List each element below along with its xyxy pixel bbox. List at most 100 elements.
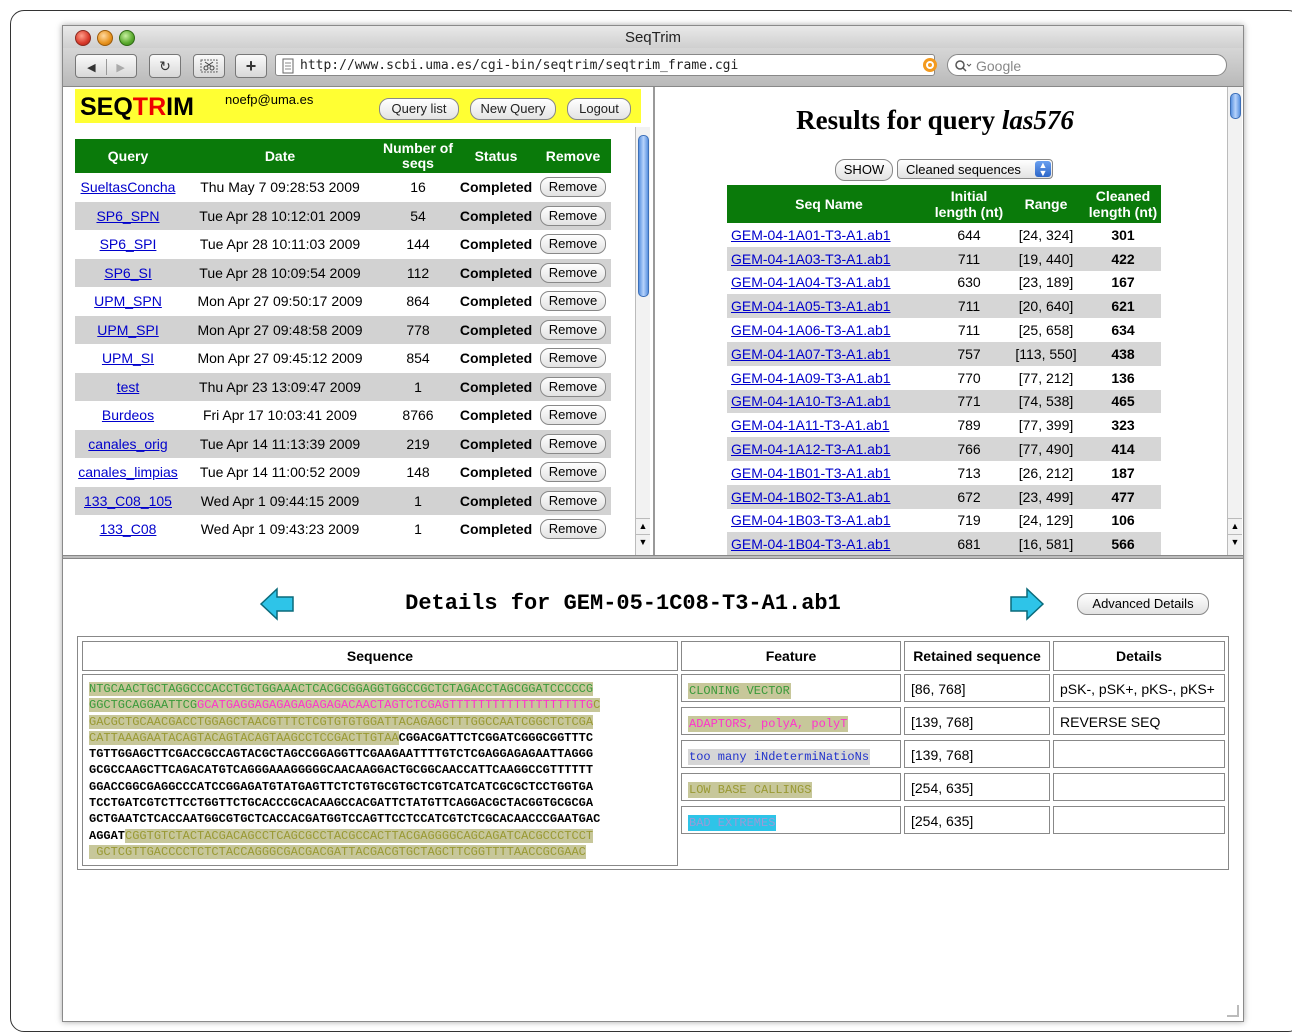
browser-window: SeqTrim ◀ ▶ ↻ + http://www.scbi.uma.es/c… xyxy=(62,25,1244,1022)
scroll-down-arrow[interactable]: ▼ xyxy=(1228,534,1242,549)
resize-grip-icon[interactable] xyxy=(1227,1005,1239,1017)
col-seq-name: Seq Name xyxy=(727,185,931,223)
sequence-cell: NTGCAACTGCTAGGCCCACCTGCTGGAAACTCACGCGGAG… xyxy=(82,674,678,866)
query-link[interactable]: UPM_SPI xyxy=(97,322,158,338)
seq-name-link[interactable]: GEM-04-1A10-T3-A1.ab1 xyxy=(731,393,891,409)
table-row: test Thu Apr 23 13:09:47 2009 1 Completed Re… xyxy=(75,372,611,401)
seq-name-link[interactable]: GEM-04-1A07-T3-A1.ab1 xyxy=(731,346,891,362)
query-link[interactable]: 133_C08 xyxy=(100,521,157,537)
query-status: Completed xyxy=(459,407,533,424)
query-link[interactable]: SueltasConcha xyxy=(81,179,176,195)
remove-button[interactable]: Remove xyxy=(539,433,607,454)
scroll-up-arrow[interactable]: ▲ xyxy=(1228,518,1242,533)
seq-name-link[interactable]: GEM-04-1B01-T3-A1.ab1 xyxy=(731,465,891,481)
query-status: Completed xyxy=(459,293,533,310)
initial-length: 770 xyxy=(957,369,981,386)
window-title: SeqTrim xyxy=(624,29,682,46)
table-row: SueltasConcha Thu May 7 09:28:53 2009 16 Co… xyxy=(75,173,611,202)
initial-length: 681 xyxy=(957,536,981,553)
query-link[interactable]: SP6_SPI xyxy=(100,236,157,252)
remove-button[interactable]: Remove xyxy=(539,319,607,340)
query-link[interactable]: UPM_SPN xyxy=(94,293,162,309)
retained-range-text: [139, 768] xyxy=(911,714,974,730)
query-link[interactable]: 133_C08_105 xyxy=(84,493,172,509)
seq-name-link[interactable]: GEM-04-1B04-T3-A1.ab1 xyxy=(731,536,891,552)
reload-button[interactable]: ↻ xyxy=(149,54,181,78)
remove-button[interactable]: Remove xyxy=(539,262,607,283)
remove-button[interactable]: Remove xyxy=(539,291,607,312)
query-date: Tue Apr 28 10:12:01 2009 xyxy=(199,207,361,224)
query-link[interactable]: canales_orig xyxy=(88,436,167,452)
remove-button[interactable]: Remove xyxy=(539,462,607,483)
remove-button[interactable]: Remove xyxy=(539,177,607,198)
left-scroll-thumb[interactable] xyxy=(638,135,649,297)
seq-name-link[interactable]: GEM-04-1A06-T3-A1.ab1 xyxy=(731,322,891,338)
table-row: GEM-04-1A05-T3-A1.ab1 711 [20, 640] 621 xyxy=(727,294,1161,319)
query-link[interactable]: test xyxy=(117,379,140,395)
logout-button[interactable]: Logout xyxy=(567,98,631,120)
query-status: Completed xyxy=(459,378,533,395)
details-table: Sequence NTGCAACTGCTAGGCCCACCTGCTGGAAACT… xyxy=(77,636,1229,870)
scroll-up-arrow[interactable]: ▲ xyxy=(636,518,650,533)
back-forward-buttons[interactable]: ◀ ▶ xyxy=(75,54,137,78)
seq-name-link[interactable]: GEM-04-1B02-T3-A1.ab1 xyxy=(731,489,891,505)
query-link[interactable]: canales_limpias xyxy=(78,464,178,480)
seq-name-link[interactable]: GEM-04-1A01-T3-A1.ab1 xyxy=(731,227,891,243)
next-arrow-icon[interactable] xyxy=(1009,587,1045,621)
table-row: SP6_SI Tue Apr 28 10:09:54 2009 112 Complet… xyxy=(75,258,611,287)
left-scrollbar[interactable]: ▲ ▼ xyxy=(635,127,650,555)
seq-name-link[interactable]: GEM-04-1A03-T3-A1.ab1 xyxy=(731,251,891,267)
rss-icon[interactable] xyxy=(922,57,938,73)
seq-name-link[interactable]: GEM-04-1A04-T3-A1.ab1 xyxy=(731,274,891,290)
query-link[interactable]: SP6_SI xyxy=(104,265,151,281)
query-num-seqs: 54 xyxy=(410,207,426,224)
table-row: GEM-04-1B04-T3-A1.ab1 681 [16, 581] 566 xyxy=(727,532,1161,555)
new-query-button[interactable]: New Query xyxy=(470,98,556,120)
table-row: GEM-04-1B03-T3-A1.ab1 719 [24, 129] 106 xyxy=(727,509,1161,533)
scroll-down-arrow[interactable]: ▼ xyxy=(636,534,650,549)
query-num-seqs: 854 xyxy=(406,350,430,367)
seq-name-link[interactable]: GEM-04-1A05-T3-A1.ab1 xyxy=(731,298,891,314)
feature-label-text: LOW BASE CALLINGS xyxy=(688,782,813,798)
query-list-button[interactable]: Query list xyxy=(379,98,459,120)
search-field[interactable]: Google xyxy=(947,54,1227,76)
seq-name-link[interactable]: GEM-04-1B03-T3-A1.ab1 xyxy=(731,512,891,528)
remove-button[interactable]: Remove xyxy=(539,205,607,226)
query-date: Tue Apr 14 11:13:39 2009 xyxy=(199,435,361,452)
query-date: Tue Apr 28 10:09:54 2009 xyxy=(199,264,361,281)
advanced-details-button[interactable]: Advanced Details xyxy=(1077,593,1209,615)
query-date: Mon Apr 27 09:50:17 2009 xyxy=(197,293,363,310)
back-icon[interactable]: ◀ xyxy=(87,62,95,74)
address-bar[interactable]: http://www.scbi.uma.es/cgi-bin/seqtrim/s… xyxy=(275,54,938,76)
query-num-seqs: 16 xyxy=(410,179,426,196)
table-row: 133_C08_105 Wed Apr 1 09:44:15 2009 1 Compl… xyxy=(75,486,611,515)
show-button[interactable]: SHOW xyxy=(835,159,893,181)
previous-arrow-icon[interactable] xyxy=(259,587,295,621)
snippet-button[interactable] xyxy=(193,54,225,78)
seq-name-link[interactable]: GEM-04-1A12-T3-A1.ab1 xyxy=(731,441,891,457)
remove-button[interactable]: Remove xyxy=(539,376,607,397)
right-scrollbar[interactable]: ▲ ▼ xyxy=(1227,87,1242,555)
forward-icon[interactable]: ▶ xyxy=(116,62,124,74)
seq-name-link[interactable]: GEM-04-1A11-T3-A1.ab1 xyxy=(731,417,889,433)
feature-details xyxy=(1053,740,1225,768)
query-link[interactable]: UPM_SI xyxy=(102,350,154,366)
range: [20, 640] xyxy=(1018,298,1074,315)
results-type-select[interactable]: Cleaned sequences ▲ ▼ xyxy=(897,159,1053,179)
query-link[interactable]: SP6_SPN xyxy=(96,208,159,224)
sequence-segment: CGGACGATTCTCGGATCGGGCGGTTTC TGTTGGAGCTTC… xyxy=(89,730,601,843)
search-icon xyxy=(955,60,972,72)
range: [24, 324] xyxy=(1018,226,1074,243)
sequence-segment: GCATGAGGAGAGAGAGAGAGACAACTAGTCTCGAGTTTTT… xyxy=(197,698,594,713)
query-link[interactable]: Burdeos xyxy=(102,407,154,423)
right-scroll-thumb[interactable] xyxy=(1230,93,1241,119)
remove-button[interactable]: Remove xyxy=(539,405,607,426)
col-cleaned-length: Cleaned length (nt) xyxy=(1085,185,1161,223)
remove-button[interactable]: Remove xyxy=(539,519,607,540)
add-bookmark-button[interactable]: + xyxy=(235,54,267,78)
remove-button[interactable]: Remove xyxy=(539,348,607,369)
remove-button[interactable]: Remove xyxy=(539,234,607,255)
initial-length: 672 xyxy=(957,488,981,505)
remove-button[interactable]: Remove xyxy=(539,490,607,511)
seq-name-link[interactable]: GEM-04-1A09-T3-A1.ab1 xyxy=(731,370,891,386)
